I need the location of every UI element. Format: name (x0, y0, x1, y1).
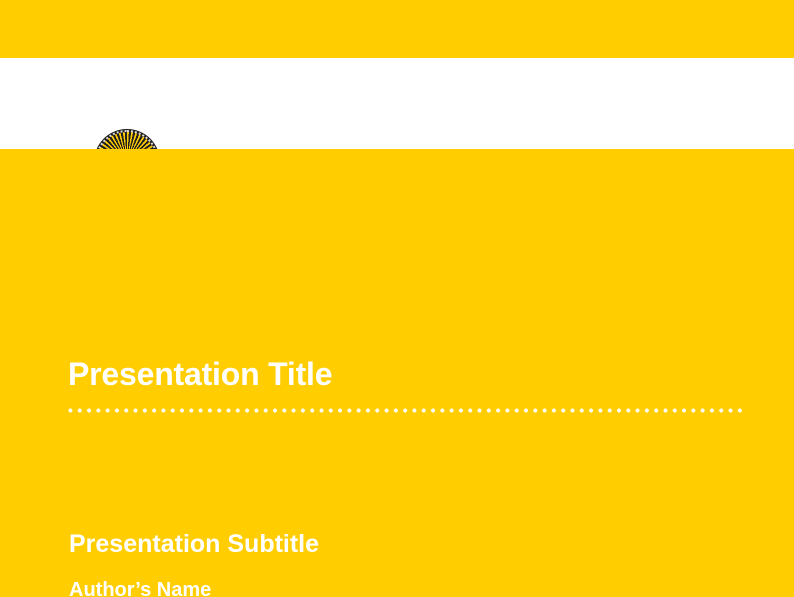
header-band: Utrecht University (0, 58, 794, 149)
slide-body: Presentation Title Presentation Subtitle… (0, 149, 794, 597)
slide-author: Author’s Name (69, 577, 211, 597)
slide-title: Presentation Title (68, 355, 332, 393)
title-slide: Utrecht University Presentation Title Pr… (0, 0, 794, 597)
dotted-divider (68, 408, 746, 413)
slide-subtitle: Presentation Subtitle (69, 529, 319, 559)
top-accent-band (0, 0, 794, 58)
